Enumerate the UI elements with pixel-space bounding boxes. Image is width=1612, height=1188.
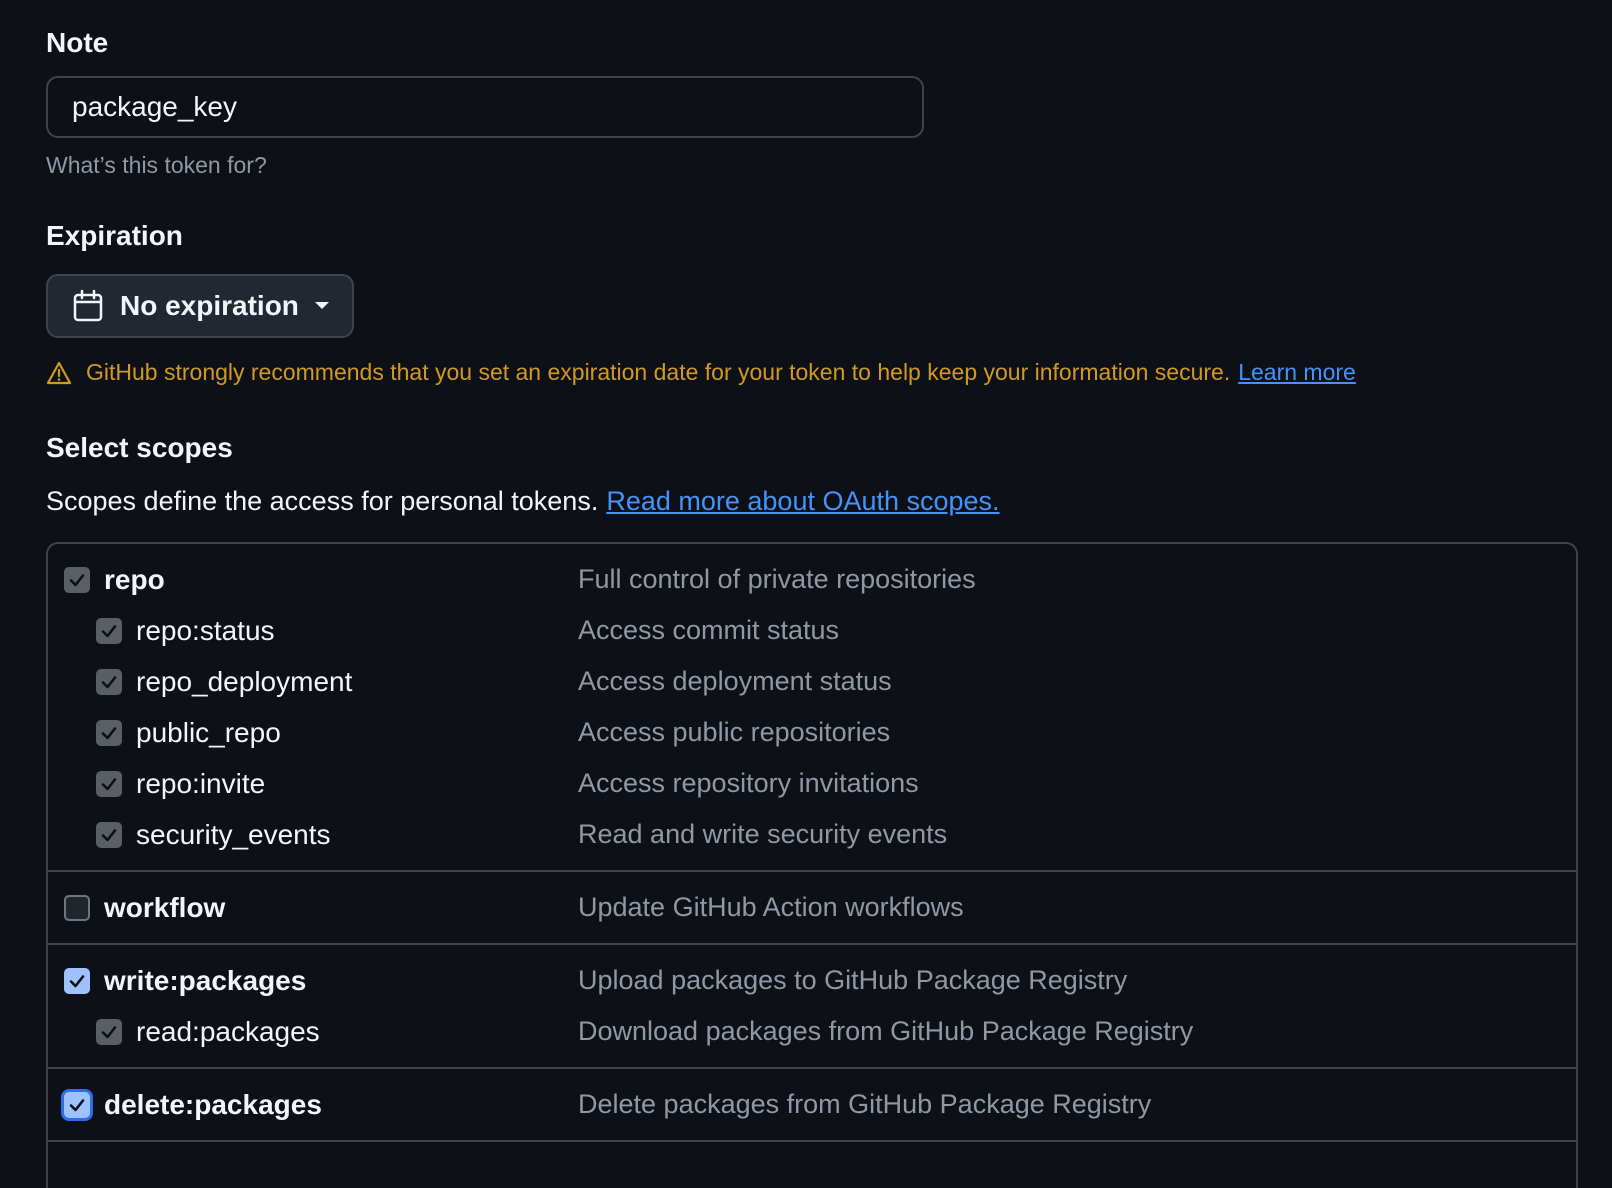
check-icon xyxy=(101,777,117,790)
oauth-scopes-link[interactable]: Read more about OAuth scopes. xyxy=(606,486,999,516)
checkbox-repo[interactable] xyxy=(64,566,90,593)
scope-description: Update GitHub Action workflows xyxy=(578,892,964,922)
scope-name: read:packages xyxy=(136,1015,320,1047)
scope-group-write-packages: write:packages Upload packages to GitHub… xyxy=(48,945,1576,1069)
learn-more-link[interactable]: Learn more xyxy=(1238,359,1356,386)
note-input[interactable] xyxy=(46,76,924,138)
checkbox-read-packages[interactable] xyxy=(96,1018,122,1045)
scope-row-repo[interactable]: repo Full control of private repositorie… xyxy=(48,554,1576,605)
scope-description: Access deployment status xyxy=(578,666,892,696)
scope-group-repo: repo Full control of private repositorie… xyxy=(48,544,1576,872)
check-icon xyxy=(101,675,117,688)
check-icon xyxy=(101,1025,117,1038)
scope-row-repo-deployment[interactable]: repo_deployment Access deployment status xyxy=(48,656,1576,707)
check-icon xyxy=(101,726,117,739)
expiration-selected: No expiration xyxy=(120,290,299,321)
alert-icon xyxy=(46,361,72,384)
scope-name: security_events xyxy=(136,818,331,850)
scope-description: Upload packages to GitHub Package Regist… xyxy=(578,965,1128,995)
scope-row-repo-status[interactable]: repo:status Access commit status xyxy=(48,605,1576,656)
checkbox-public-repo[interactable] xyxy=(96,719,122,746)
scope-row-security-events[interactable]: security_events Read and write security … xyxy=(48,809,1576,860)
warning-text: GitHub strongly recommends that you set … xyxy=(86,359,1231,385)
scope-name: repo xyxy=(104,563,165,595)
scope-name: write:packages xyxy=(104,964,307,996)
check-icon xyxy=(101,624,117,637)
scope-name: workflow xyxy=(104,891,226,923)
scope-row-read-packages[interactable]: read:packages Download packages from Git… xyxy=(48,1006,1576,1057)
scope-description: Delete packages from GitHub Package Regi… xyxy=(578,1089,1152,1119)
scope-row-public-repo[interactable]: public_repo Access public repositories xyxy=(48,707,1576,758)
scopes-label: Select scopes xyxy=(46,432,233,463)
checkbox-repo-deployment[interactable] xyxy=(96,668,122,695)
scope-name: repo:status xyxy=(136,614,275,646)
scope-name: public_repo xyxy=(136,716,281,748)
checkbox-security-events[interactable] xyxy=(96,821,122,848)
check-icon xyxy=(69,974,85,987)
check-icon xyxy=(69,1098,85,1111)
checkbox-delete-packages[interactable] xyxy=(64,1091,90,1118)
scopes-description-text: Scopes define the access for personal to… xyxy=(46,486,599,516)
scope-group-workflow: workflow Update GitHub Action workflows xyxy=(48,872,1576,945)
scope-name: repo:invite xyxy=(136,767,266,799)
calendar-icon xyxy=(73,289,103,322)
scope-name: repo_deployment xyxy=(136,665,353,697)
scope-row-delete-packages[interactable]: delete:packages Delete packages from Git… xyxy=(48,1079,1576,1130)
scope-description: Full control of private repositories xyxy=(578,564,976,594)
scope-description: Download packages from GitHub Package Re… xyxy=(578,1016,1194,1046)
chevron-down-icon xyxy=(314,302,329,309)
checkbox-workflow[interactable] xyxy=(64,894,90,921)
scope-row-workflow[interactable]: workflow Update GitHub Action workflows xyxy=(48,882,1576,933)
scope-description: Read and write security events xyxy=(578,819,948,849)
checkbox-write-packages[interactable] xyxy=(64,967,90,994)
check-icon xyxy=(69,573,85,586)
scope-row-write-packages[interactable]: write:packages Upload packages to GitHub… xyxy=(48,955,1576,1006)
scope-group-delete-packages: delete:packages Delete packages from Git… xyxy=(48,1069,1576,1142)
note-label: Note xyxy=(46,27,109,58)
scope-description: Access public repositories xyxy=(578,717,891,747)
checkbox-repo-invite[interactable] xyxy=(96,770,122,797)
checkbox-repo-status[interactable] xyxy=(96,617,122,644)
expiration-warning: GitHub strongly recommends that you set … xyxy=(46,359,1356,386)
note-help-text: What’s this token for? xyxy=(46,152,267,178)
scope-description: Access repository invitations xyxy=(578,768,919,798)
scopes-list: repo Full control of private repositorie… xyxy=(46,542,1578,1188)
expiration-dropdown[interactable]: No expiration xyxy=(46,274,354,338)
scopes-description: Scopes define the access for personal to… xyxy=(46,486,1000,517)
scope-description: Access commit status xyxy=(578,615,840,645)
check-icon xyxy=(101,828,117,841)
expiration-label: Expiration xyxy=(46,220,183,251)
scope-row-repo-invite[interactable]: repo:invite Access repository invitation… xyxy=(48,758,1576,809)
scope-name: delete:packages xyxy=(104,1088,322,1120)
